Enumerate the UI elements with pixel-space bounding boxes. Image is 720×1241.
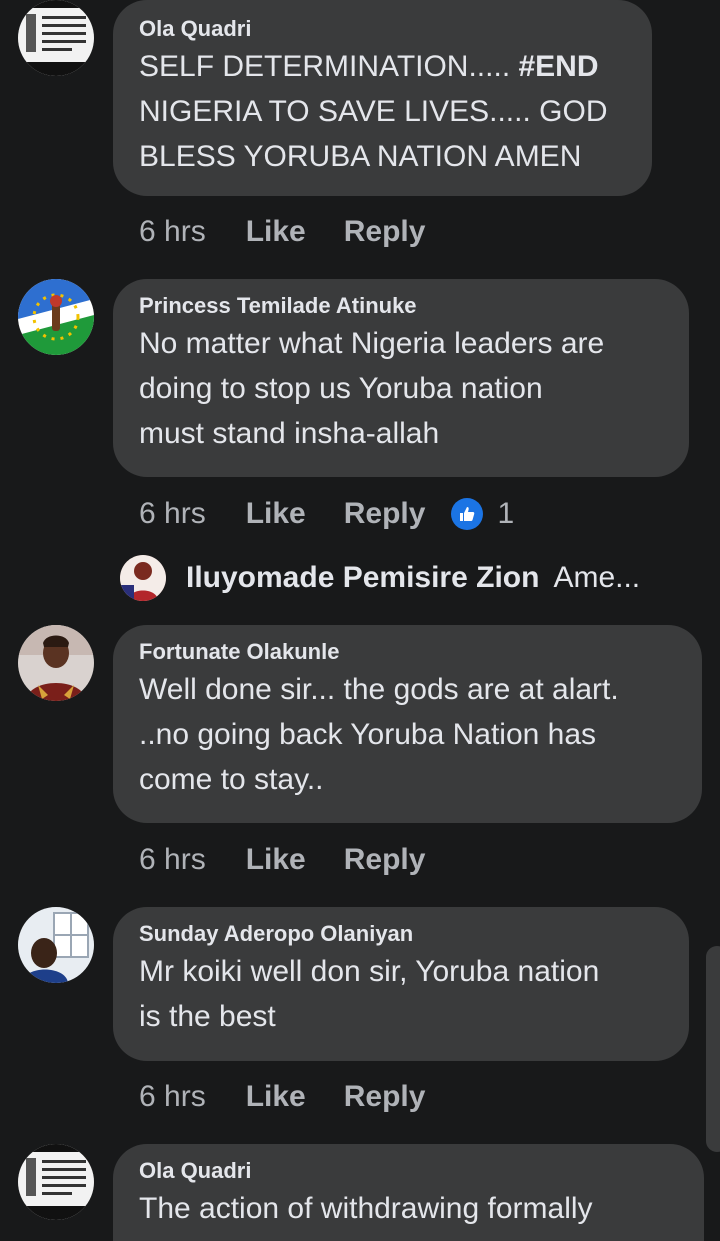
comment-author[interactable]: Fortunate Olakunle — [139, 637, 680, 667]
like-button[interactable]: Like — [246, 215, 306, 249]
text-badge-avatar-icon[interactable] — [18, 1144, 94, 1220]
reply-button[interactable]: Reply — [344, 1080, 426, 1114]
comment-bubble[interactable]: Ola Quadri The action of withdrawing for… — [113, 1144, 704, 1241]
comment-text: SELF DETERMINATION..... #END NIGERIA TO … — [139, 50, 608, 173]
comment-bubble[interactable]: Sunday Aderopo Olaniyan Mr koiki well do… — [113, 907, 689, 1061]
comment-author[interactable]: Princess Temilade Atinuke — [139, 291, 667, 321]
reply-author[interactable]: Iluyomade Pemisire Zion — [186, 561, 539, 595]
thumbs-up-icon — [451, 498, 484, 530]
comment-text: The action of withdrawing formally — [139, 1192, 593, 1225]
comment-bubble[interactable]: Fortunate Olakunle Well done sir... the … — [113, 625, 702, 823]
like-button[interactable]: Like — [246, 497, 306, 531]
reply-avatar-icon[interactable] — [120, 555, 166, 601]
comment-author[interactable]: Sunday Aderopo Olaniyan — [139, 919, 667, 949]
text-badge-avatar-icon[interactable] — [18, 0, 94, 76]
comment-actions: 6 hrs Like Reply — [139, 212, 463, 252]
person-photo-avatar-icon[interactable] — [18, 907, 94, 983]
comments-page: Ola Quadri SELF DETERMINATION..... #END … — [0, 0, 720, 1241]
comment-time[interactable]: 6 hrs — [139, 843, 206, 877]
comment-author[interactable]: Ola Quadri — [139, 1156, 682, 1186]
comment-text: No matter what Nigeria leaders are doing… — [139, 327, 605, 450]
like-button[interactable]: Like — [246, 1080, 306, 1114]
scrollbar-handle[interactable] — [706, 946, 720, 1152]
comment-actions: 6 hrs Like Reply — [139, 840, 463, 880]
comment-actions: 6 hrs Like Reply 1 — [139, 494, 514, 534]
comment-bubble[interactable]: Ola Quadri SELF DETERMINATION..... #END … — [113, 0, 652, 196]
reply-preview[interactable]: Iluyomade Pemisire Zion Ame... — [120, 555, 640, 601]
reply-button[interactable]: Reply — [344, 843, 426, 877]
comment-time[interactable]: 6 hrs — [139, 215, 206, 249]
comment-text: Mr koiki well don sir, Yoruba nation is … — [139, 955, 600, 1033]
comment-author[interactable]: Ola Quadri — [139, 14, 630, 44]
reply-snippet[interactable]: Ame... — [553, 561, 640, 595]
comment-text: Well done sir... the gods are at alart. … — [139, 673, 619, 796]
flag-emblem-avatar-icon[interactable] — [18, 279, 94, 355]
comment-actions: 6 hrs Like Reply — [139, 1077, 463, 1117]
comment-time[interactable]: 6 hrs — [139, 1080, 206, 1114]
person-photo-avatar-icon[interactable] — [18, 625, 94, 701]
reply-button[interactable]: Reply — [344, 215, 426, 249]
like-button[interactable]: Like — [246, 843, 306, 877]
reaction-summary[interactable]: 1 — [451, 497, 514, 531]
reply-button[interactable]: Reply — [344, 497, 426, 531]
hashtag[interactable]: #END — [518, 50, 598, 83]
comment-bubble[interactable]: Princess Temilade Atinuke No matter what… — [113, 279, 689, 477]
reaction-count: 1 — [497, 497, 515, 530]
comment-time[interactable]: 6 hrs — [139, 497, 206, 531]
